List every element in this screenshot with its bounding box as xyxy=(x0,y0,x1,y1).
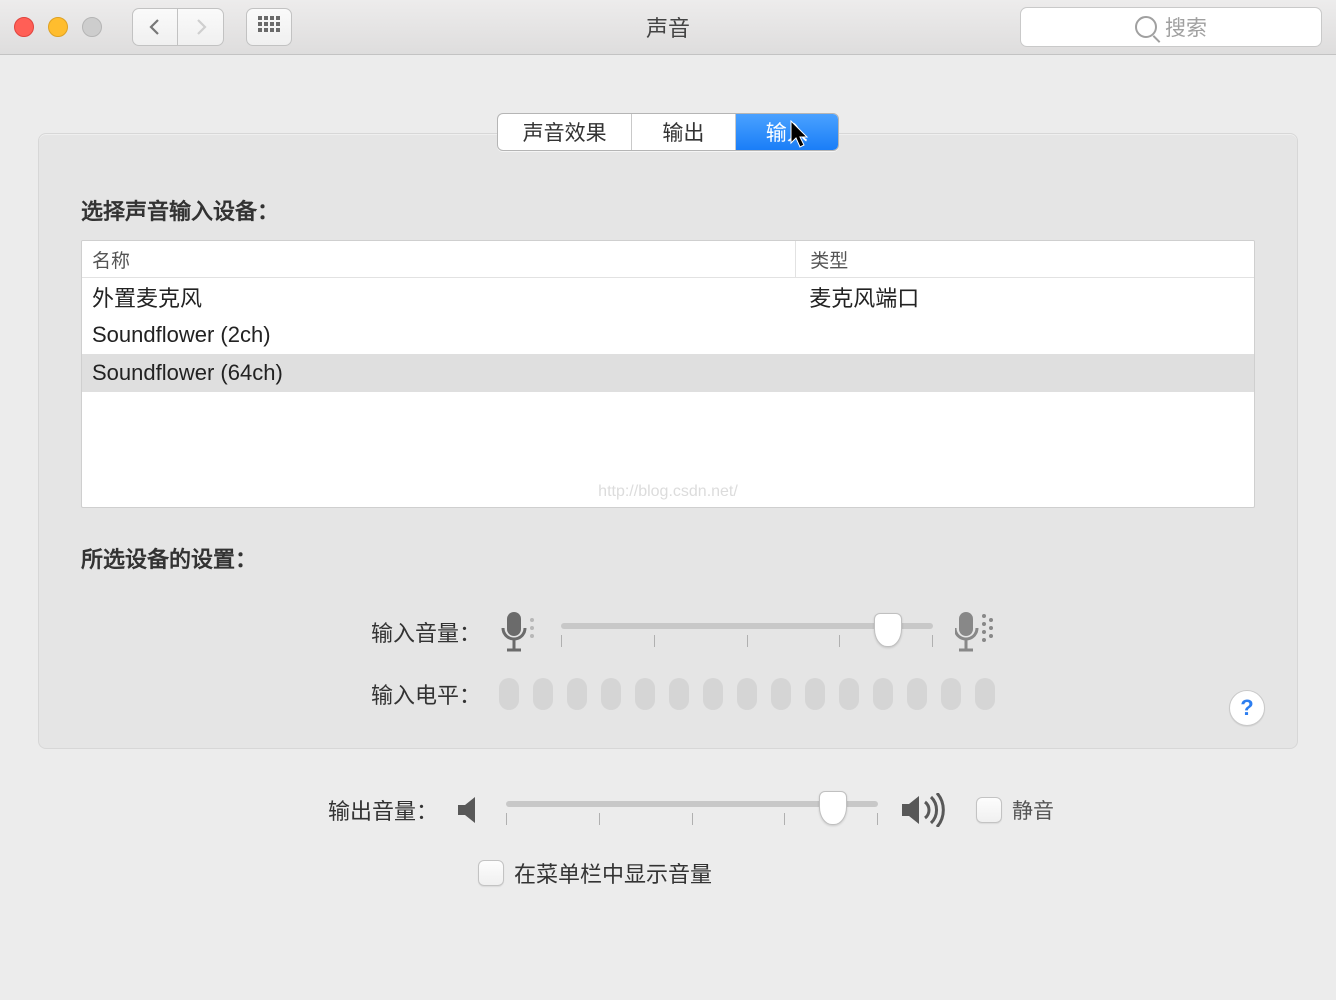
mute-label: 静音 xyxy=(1012,795,1054,825)
table-header: 名称 类型 xyxy=(82,241,1254,278)
meter-segment xyxy=(805,678,825,710)
meter-segment xyxy=(873,678,893,710)
column-header-name[interactable]: 名称 xyxy=(82,241,796,277)
forward-button[interactable] xyxy=(178,8,224,46)
input-volume-slider[interactable] xyxy=(561,611,933,653)
meter-segment xyxy=(941,678,961,710)
menubar-label: 在菜单栏中显示音量 xyxy=(514,857,712,889)
meter-segment xyxy=(839,678,859,710)
mic-low-icon xyxy=(499,610,539,654)
input-section-label: 选择声音输入设备： xyxy=(81,194,1255,226)
cursor-icon xyxy=(790,120,812,148)
table-row[interactable]: Soundflower (2ch) xyxy=(82,316,1254,354)
meter-segment xyxy=(703,678,723,710)
meter-segment xyxy=(975,678,995,710)
input-level-meter xyxy=(499,678,995,710)
meter-segment xyxy=(601,678,621,710)
nav-buttons xyxy=(132,8,224,46)
mute-control[interactable]: 静音 xyxy=(976,795,1054,825)
mic-high-icon xyxy=(955,610,995,654)
meter-segment xyxy=(499,678,519,710)
input-volume-row: 输入音量： xyxy=(81,610,1255,654)
settings-label: 所选设备的设置： xyxy=(81,542,1255,574)
show-all-button[interactable] xyxy=(246,8,292,46)
help-button[interactable]: ? xyxy=(1229,690,1265,726)
device-name-cell: 外置麦克风 xyxy=(82,281,795,313)
device-type-cell: 麦克风端口 xyxy=(795,281,1254,313)
table-body: 外置麦克风麦克风端口Soundflower (2ch)Soundflower (… xyxy=(82,278,1254,392)
input-volume-controls xyxy=(499,610,995,654)
tab-bar: 声音效果 输出 输入 xyxy=(497,113,839,151)
meter-segment xyxy=(533,678,553,710)
window-minimize-button[interactable] xyxy=(48,17,68,37)
input-level-label: 输入电平： xyxy=(81,678,499,710)
meter-segment xyxy=(737,678,757,710)
chevron-left-icon xyxy=(148,18,162,36)
input-level-row: 输入电平： xyxy=(81,678,1255,710)
input-panel: 选择声音输入设备： 名称 类型 外置麦克风麦克风端口Soundflower (2… xyxy=(38,133,1298,749)
tab-sound-effects[interactable]: 声音效果 xyxy=(498,114,631,150)
slider-thumb[interactable] xyxy=(819,791,847,825)
search-icon xyxy=(1135,16,1157,38)
menubar-checkbox[interactable] xyxy=(478,860,504,886)
search-placeholder: 搜索 xyxy=(1165,12,1207,42)
table-row[interactable]: 外置麦克风麦克风端口 xyxy=(82,278,1254,316)
content-area: 声音效果 输出 输入 选择声音输入设备： 名称 类型 外置麦克风麦克风端口Sou… xyxy=(0,113,1336,889)
output-volume-row: 输出音量： 静音 xyxy=(38,789,1298,831)
device-name-cell: Soundflower (2ch) xyxy=(82,322,795,348)
meter-segment xyxy=(771,678,791,710)
output-volume-label: 输出音量： xyxy=(38,794,456,826)
speaker-high-icon xyxy=(900,793,950,827)
chevron-right-icon xyxy=(194,18,208,36)
meter-segment xyxy=(907,678,927,710)
tab-input[interactable]: 输入 xyxy=(735,114,838,150)
meter-segment xyxy=(567,678,587,710)
column-header-type[interactable]: 类型 xyxy=(796,246,1254,273)
output-area: 输出音量： 静音 xyxy=(38,789,1298,889)
traffic-lights xyxy=(14,17,102,37)
window-close-button[interactable] xyxy=(14,17,34,37)
meter-segment xyxy=(669,678,689,710)
output-volume-slider[interactable] xyxy=(506,789,878,831)
table-row[interactable]: Soundflower (64ch) xyxy=(82,354,1254,392)
device-name-cell: Soundflower (64ch) xyxy=(82,360,795,386)
input-volume-label: 输入音量： xyxy=(81,616,499,648)
window-zoom-button xyxy=(82,17,102,37)
watermark-text: http://blog.csdn.net/ xyxy=(82,483,1254,501)
meter-segment xyxy=(635,678,655,710)
device-table: 名称 类型 外置麦克风麦克风端口Soundflower (2ch)Soundfl… xyxy=(81,240,1255,508)
slider-thumb[interactable] xyxy=(874,613,902,647)
search-field[interactable]: 搜索 xyxy=(1020,7,1322,47)
grid-icon xyxy=(258,16,280,38)
back-button[interactable] xyxy=(132,8,178,46)
tab-output[interactable]: 输出 xyxy=(631,114,734,150)
mute-checkbox[interactable] xyxy=(976,797,1002,823)
menubar-volume-row: 在菜单栏中显示音量 xyxy=(38,857,1298,889)
speaker-low-icon xyxy=(456,795,484,825)
titlebar: 声音 搜索 xyxy=(0,0,1336,55)
